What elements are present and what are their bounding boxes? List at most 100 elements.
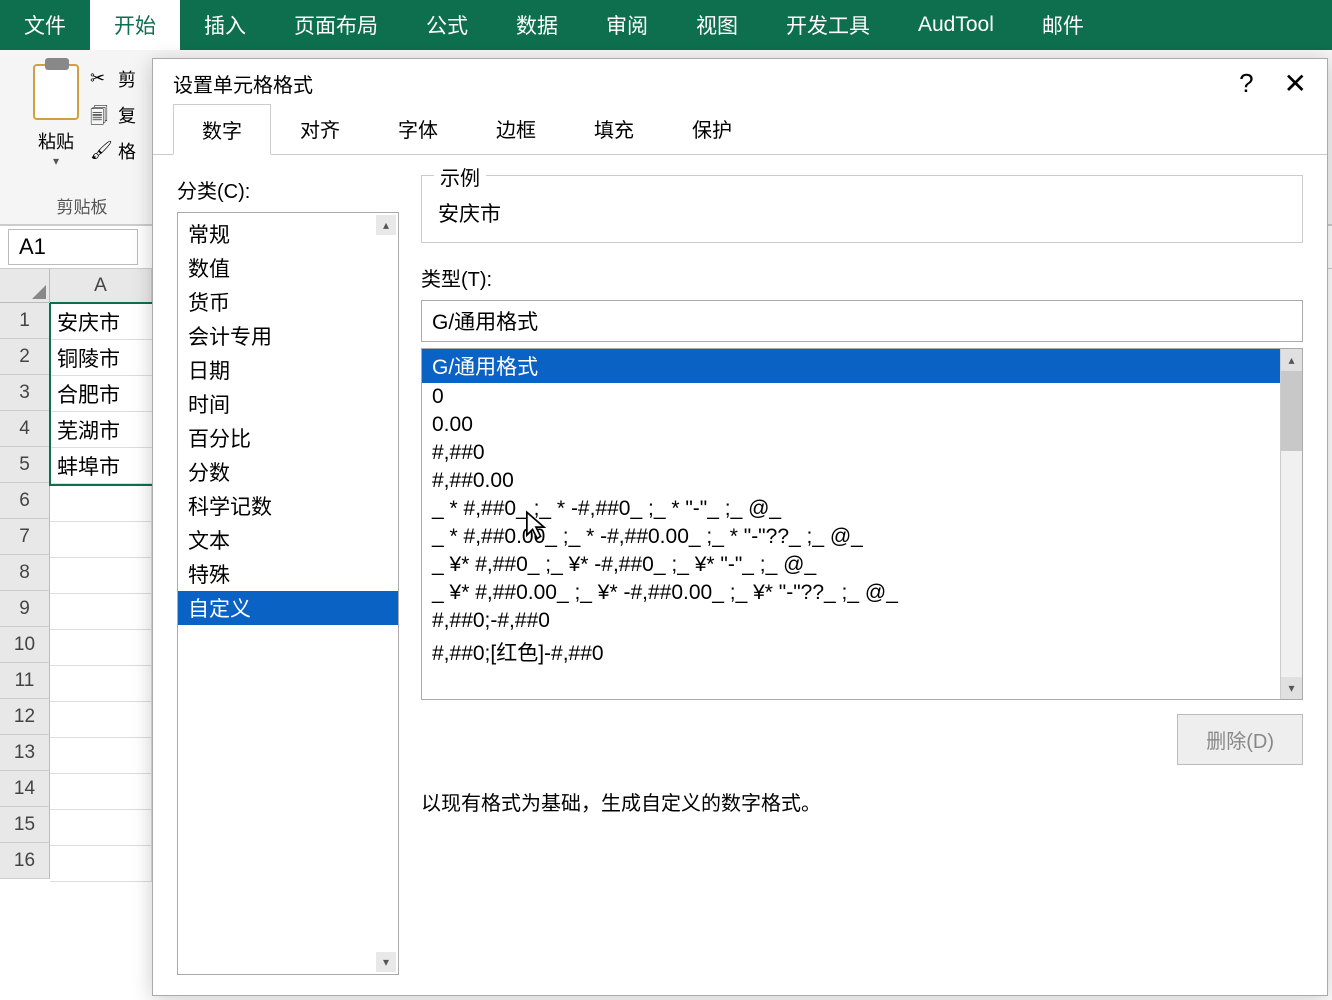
cell[interactable] bbox=[50, 846, 152, 882]
format-painter-button[interactable]: 🖌 格 bbox=[90, 138, 136, 164]
type-item[interactable]: #,##0;[红色]-#,##0 bbox=[422, 635, 1302, 669]
tab-mail[interactable]: 邮件 bbox=[1018, 0, 1108, 50]
type-item[interactable]: _ * #,##0_ ;_ * -#,##0_ ;_ * "-"_ ;_ @_ bbox=[422, 495, 1302, 523]
type-item[interactable]: G/通用格式 bbox=[422, 349, 1302, 383]
row-header[interactable]: 7 bbox=[0, 519, 50, 555]
type-item[interactable]: #,##0.00 bbox=[422, 467, 1302, 495]
scroll-up-icon[interactable]: ▴ bbox=[376, 215, 396, 235]
cell[interactable]: 合肥市 bbox=[51, 376, 153, 412]
clipboard-group-label: 剪贴板 bbox=[57, 193, 108, 224]
row-header[interactable]: 8 bbox=[0, 555, 50, 591]
cell[interactable] bbox=[50, 738, 152, 774]
cell[interactable] bbox=[50, 522, 152, 558]
cell[interactable] bbox=[50, 486, 152, 522]
cell[interactable] bbox=[50, 810, 152, 846]
tab-home[interactable]: 开始 bbox=[90, 0, 180, 50]
category-item[interactable]: 时间 bbox=[178, 387, 398, 421]
copy-button[interactable]: 🗐 复 bbox=[90, 102, 136, 128]
scroll-thumb[interactable] bbox=[1281, 371, 1302, 451]
cell[interactable] bbox=[50, 630, 152, 666]
delete-button[interactable]: 删除(D) bbox=[1177, 714, 1303, 765]
row-header[interactable]: 10 bbox=[0, 627, 50, 663]
help-button[interactable]: ? bbox=[1239, 68, 1253, 99]
paste-button[interactable]: 粘贴 ▾ bbox=[28, 60, 84, 168]
type-item[interactable]: _ ¥* #,##0.00_ ;_ ¥* -#,##0.00_ ;_ ¥* "-… bbox=[422, 579, 1302, 607]
category-label: 分类(C): bbox=[177, 175, 399, 204]
type-item[interactable]: _ ¥* #,##0_ ;_ ¥* -#,##0_ ;_ ¥* "-"_ ;_ … bbox=[422, 551, 1302, 579]
category-item[interactable]: 百分比 bbox=[178, 421, 398, 455]
type-listbox[interactable]: G/通用格式 0 0.00 #,##0 #,##0.00 _ * #,##0_ … bbox=[421, 348, 1303, 700]
tab-file[interactable]: 文件 bbox=[0, 0, 90, 50]
format-cells-dialog: 设置单元格格式 ? ✕ 数字 对齐 字体 边框 填充 保护 分类(C): ▴ 常… bbox=[152, 58, 1328, 996]
cell[interactable] bbox=[50, 774, 152, 810]
type-item[interactable]: #,##0;-#,##0 bbox=[422, 607, 1302, 635]
dialog-title: 设置单元格格式 bbox=[173, 69, 1239, 98]
tab-fill[interactable]: 填充 bbox=[565, 103, 663, 154]
scroll-down-icon[interactable]: ▾ bbox=[1281, 677, 1302, 699]
column-header[interactable]: A bbox=[50, 269, 152, 303]
category-item[interactable]: 科学记数 bbox=[178, 489, 398, 523]
cut-button[interactable]: ✂ 剪 bbox=[90, 66, 136, 92]
cell[interactable]: 安庆市 bbox=[51, 304, 153, 340]
type-item[interactable]: 0 bbox=[422, 383, 1302, 411]
category-item[interactable]: 文本 bbox=[178, 523, 398, 557]
category-item[interactable]: 常规 bbox=[178, 217, 398, 251]
category-item[interactable]: 日期 bbox=[178, 353, 398, 387]
tab-developer[interactable]: 开发工具 bbox=[762, 0, 894, 50]
type-item[interactable]: _ * #,##0.00_ ;_ * -#,##0.00_ ;_ * "-"??… bbox=[422, 523, 1302, 551]
select-all-corner[interactable] bbox=[0, 269, 50, 303]
cell[interactable]: 蚌埠市 bbox=[51, 448, 153, 484]
category-listbox[interactable]: ▴ 常规 数值 货币 会计专用 日期 时间 百分比 分数 科学记数 文本 特殊 … bbox=[177, 212, 399, 975]
name-box[interactable] bbox=[8, 229, 138, 265]
close-button[interactable]: ✕ bbox=[1284, 67, 1307, 100]
tab-font[interactable]: 字体 bbox=[369, 103, 467, 154]
row-header[interactable]: 12 bbox=[0, 699, 50, 735]
row-header[interactable]: 3 bbox=[0, 375, 50, 411]
scroll-down-icon[interactable]: ▾ bbox=[376, 952, 396, 972]
category-item[interactable]: 特殊 bbox=[178, 557, 398, 591]
row-header[interactable]: 6 bbox=[0, 483, 50, 519]
row-header[interactable]: 11 bbox=[0, 663, 50, 699]
ribbon-tabs: 文件 开始 插入 页面布局 公式 数据 审阅 视图 开发工具 AudTool 邮… bbox=[0, 0, 1332, 50]
cell[interactable] bbox=[50, 558, 152, 594]
cut-label: 剪 bbox=[118, 66, 136, 92]
type-item[interactable]: 0.00 bbox=[422, 411, 1302, 439]
row-header[interactable]: 4 bbox=[0, 411, 50, 447]
row-header[interactable]: 13 bbox=[0, 735, 50, 771]
tab-data[interactable]: 数据 bbox=[492, 0, 582, 50]
dropdown-arrow-icon[interactable]: ▾ bbox=[53, 154, 59, 168]
cell[interactable]: 铜陵市 bbox=[51, 340, 153, 376]
tab-alignment[interactable]: 对齐 bbox=[271, 103, 369, 154]
cell[interactable] bbox=[50, 594, 152, 630]
row-header[interactable]: 2 bbox=[0, 339, 50, 375]
example-groupbox: 示例 安庆市 bbox=[421, 175, 1303, 243]
row-header[interactable]: 16 bbox=[0, 843, 50, 879]
tab-border[interactable]: 边框 bbox=[467, 103, 565, 154]
category-item[interactable]: 会计专用 bbox=[178, 319, 398, 353]
category-item[interactable]: 数值 bbox=[178, 251, 398, 285]
row-header[interactable]: 14 bbox=[0, 771, 50, 807]
scrollbar[interactable]: ▴ ▾ bbox=[1280, 349, 1302, 699]
type-input[interactable] bbox=[421, 300, 1303, 342]
tab-protection[interactable]: 保护 bbox=[663, 103, 761, 154]
row-header[interactable]: 1 bbox=[0, 303, 50, 339]
tab-review[interactable]: 审阅 bbox=[582, 0, 672, 50]
type-label: 类型(T): bbox=[421, 263, 1303, 292]
tab-view[interactable]: 视图 bbox=[672, 0, 762, 50]
tab-insert[interactable]: 插入 bbox=[180, 0, 270, 50]
scroll-up-icon[interactable]: ▴ bbox=[1281, 349, 1302, 371]
row-header[interactable]: 9 bbox=[0, 591, 50, 627]
tab-audtool[interactable]: AudTool bbox=[894, 0, 1018, 50]
cell[interactable]: 芜湖市 bbox=[51, 412, 153, 448]
tab-number[interactable]: 数字 bbox=[173, 104, 271, 155]
category-item[interactable]: 货币 bbox=[178, 285, 398, 319]
cell[interactable] bbox=[50, 702, 152, 738]
tab-formulas[interactable]: 公式 bbox=[402, 0, 492, 50]
row-header[interactable]: 5 bbox=[0, 447, 50, 483]
category-item-custom[interactable]: 自定义 bbox=[178, 591, 398, 625]
category-item[interactable]: 分数 bbox=[178, 455, 398, 489]
tab-page-layout[interactable]: 页面布局 bbox=[270, 0, 402, 50]
type-item[interactable]: #,##0 bbox=[422, 439, 1302, 467]
cell[interactable] bbox=[50, 666, 152, 702]
row-header[interactable]: 15 bbox=[0, 807, 50, 843]
